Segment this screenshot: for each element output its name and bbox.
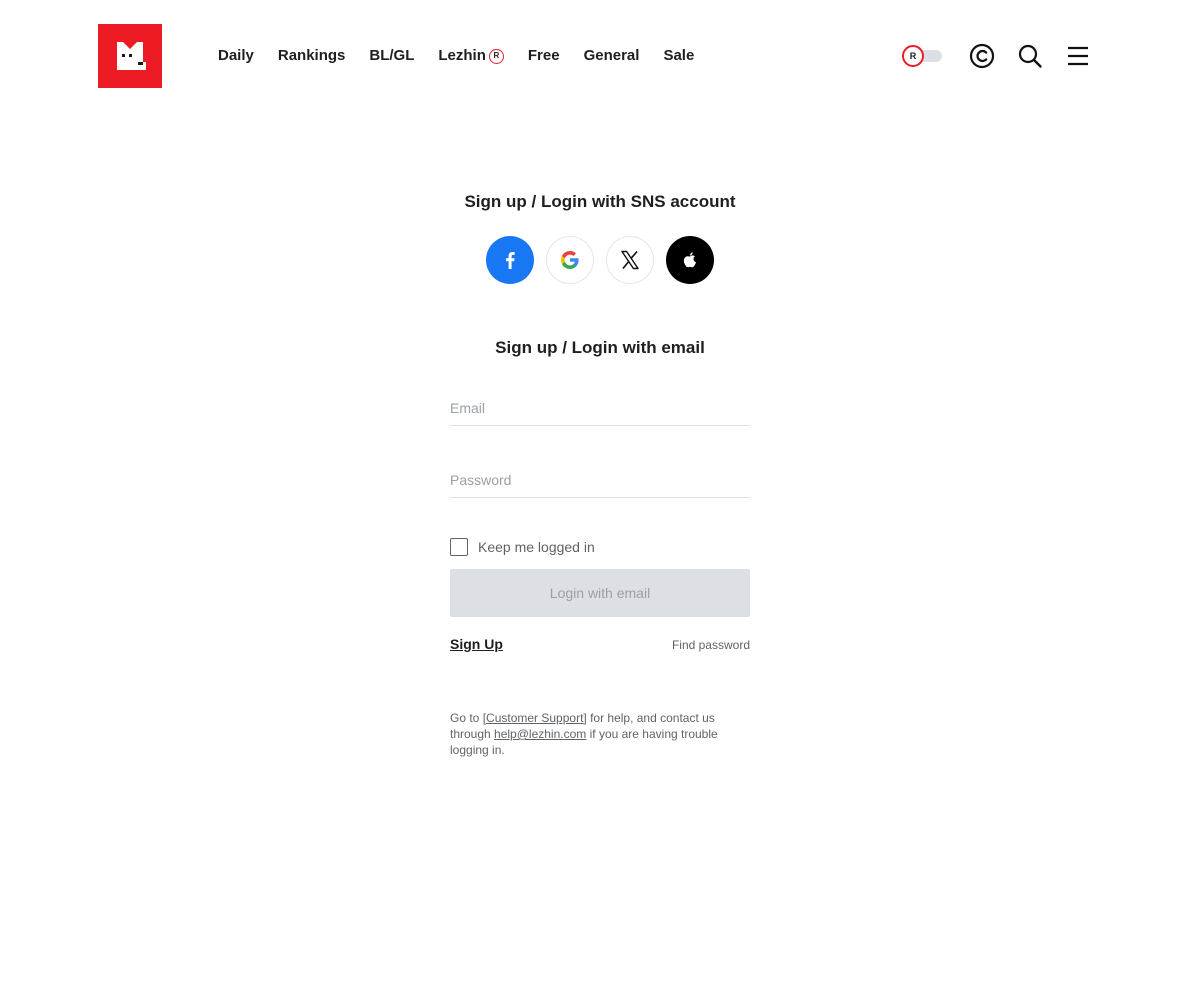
toggle-knob: R: [902, 45, 924, 67]
email-login-title: Sign up / Login with email: [495, 338, 705, 357]
google-login-button[interactable]: [546, 236, 594, 284]
copyright-coin-icon[interactable]: [968, 42, 996, 70]
keep-logged-in-row[interactable]: Keep me logged in: [450, 538, 595, 556]
google-icon: [561, 251, 579, 269]
keep-logged-in-checkbox[interactable]: [450, 538, 468, 556]
keep-logged-in-label: Keep me logged in: [478, 539, 595, 555]
main-nav: Daily Rankings BL/GL Lezhin R Free Genera…: [218, 46, 718, 66]
password-input[interactable]: [450, 462, 750, 498]
find-password-link[interactable]: Find password: [672, 638, 750, 652]
nav-general[interactable]: General: [584, 46, 640, 66]
login-with-email-button[interactable]: Login with email: [450, 569, 750, 617]
site-header: Daily Rankings BL/GL Lezhin R Free Genera…: [0, 0, 1200, 112]
lezhin-logo[interactable]: [98, 24, 162, 88]
facebook-login-button[interactable]: [486, 236, 534, 284]
apple-login-button[interactable]: [666, 236, 714, 284]
help-email-link[interactable]: help@lezhin.com: [494, 727, 586, 741]
email-input[interactable]: [450, 390, 750, 426]
nav-lezhin[interactable]: Lezhin R: [438, 46, 504, 66]
facebook-icon: [506, 252, 515, 269]
login-panel: Sign up / Login with SNS account Sign up…: [450, 190, 750, 757]
apple-icon: [683, 252, 696, 268]
sns-buttons: [486, 236, 714, 284]
customer-support-link[interactable]: [Customer Support]: [483, 711, 587, 725]
sns-login-title: Sign up / Login with SNS account: [464, 192, 736, 211]
nav-sale[interactable]: Sale: [663, 46, 694, 66]
sign-up-link[interactable]: Sign Up: [450, 636, 503, 652]
nav-rankings[interactable]: Rankings: [278, 46, 346, 66]
search-icon[interactable]: [1016, 42, 1044, 70]
help-text: Go to [Customer Support] for help, and c…: [450, 711, 718, 757]
adult-content-toggle[interactable]: R: [900, 44, 944, 68]
nav-free[interactable]: Free: [528, 46, 560, 66]
lezhin-cat-logo-icon: [117, 42, 146, 70]
hamburger-menu-icon[interactable]: [1064, 42, 1092, 70]
x-icon: [621, 250, 639, 270]
x-login-button[interactable]: [606, 236, 654, 284]
nav-bl-gl[interactable]: BL/GL: [369, 46, 414, 66]
account-links: Sign Up Find password: [450, 636, 750, 658]
nav-daily[interactable]: Daily: [218, 46, 254, 66]
r-rating-badge: R: [488, 48, 504, 64]
